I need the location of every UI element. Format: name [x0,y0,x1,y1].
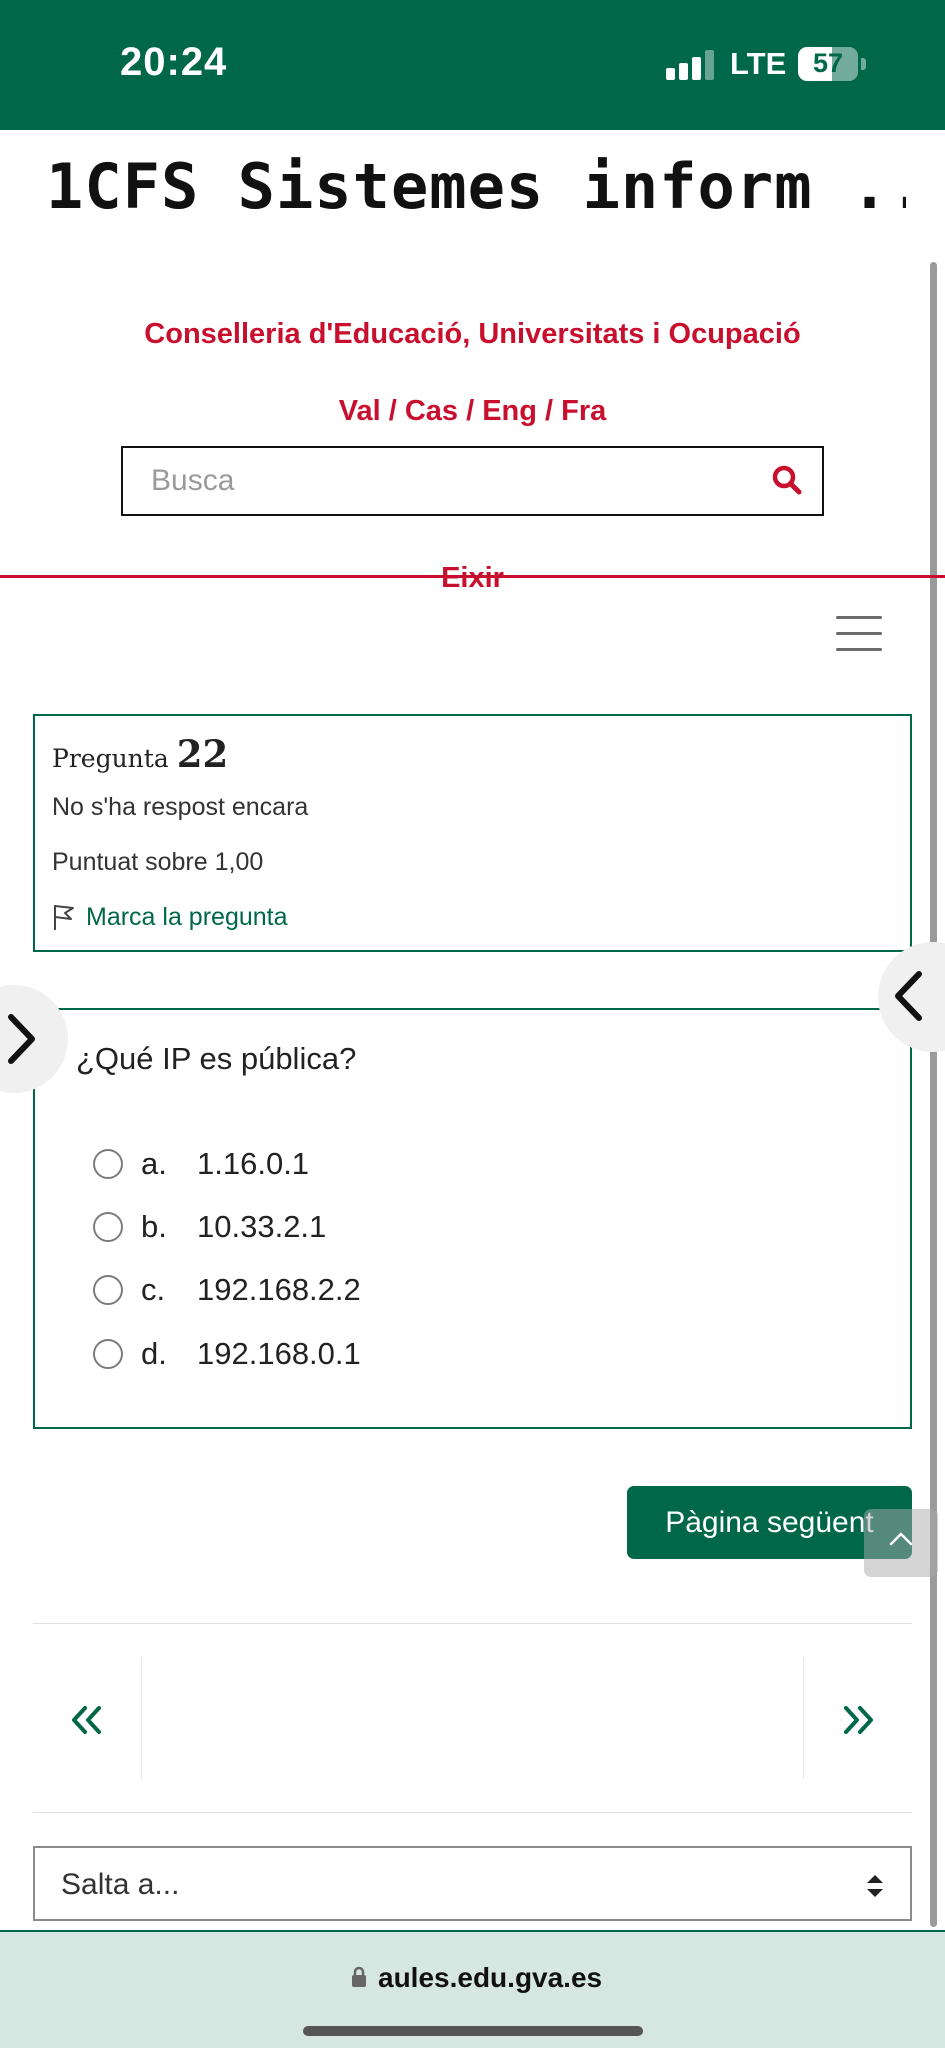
back-to-top-button[interactable] [864,1509,938,1577]
question-grade: Puntuat sobre 1,00 [52,848,264,876]
question-label: Pregunta [52,744,169,773]
search-input[interactable] [151,448,711,514]
answer-text: 1.16.0.1 [197,1146,310,1181]
browser-address-bar[interactable]: aules.edu.gva.es [0,1930,945,2048]
lock-icon [352,1966,366,1987]
answer-letter: c. [141,1272,166,1307]
home-indicator[interactable] [303,2026,643,2036]
answer-option-a[interactable]: a. 1.16.0.1 [93,1144,309,1184]
answer-radio[interactable] [93,1212,123,1242]
answer-text: 10.33.2.1 [197,1209,327,1244]
answer-text: 192.168.2.2 [197,1272,361,1307]
answer-radio[interactable] [93,1339,123,1369]
signal-icon [666,50,716,80]
chevron-left-icon [895,971,922,1021]
status-time: 20:24 [120,40,228,84]
status-bar: 20:24 LTE 57 [0,0,945,130]
jump-to-label: Salta a... [61,1868,180,1901]
divider [803,1657,804,1779]
double-chevron-left-icon[interactable] [67,1700,107,1740]
url-text[interactable]: aules.edu.gva.es [378,1962,602,1994]
divider [33,1623,912,1624]
search-icon[interactable] [771,464,803,496]
battery-percent: 57 [812,48,844,78]
question-info-panel: Pregunta 22 No s'ha respost encara Puntua… [33,714,912,952]
flag-icon [54,905,74,930]
answer-option-d[interactable]: d. 192.168.0.1 [93,1334,361,1374]
flag-question-label: Marca la pregunta [86,902,288,931]
battery-tip [861,58,866,70]
course-title[interactable]: 1CFS Sistemes inform ... [46,150,906,223]
answer-radio[interactable] [93,1149,123,1179]
question-content-border [58,1008,912,1010]
double-chevron-right-icon[interactable] [838,1700,878,1740]
divider [141,1657,142,1779]
answer-radio[interactable] [93,1275,123,1305]
hamburger-icon[interactable] [836,616,882,652]
scrollbar[interactable] [930,262,937,1927]
question-text: ¿Qué IP es pública? [76,1041,357,1076]
search-box[interactable] [121,446,824,516]
org-link[interactable]: Conselleria d'Educació, Universitats i O… [0,318,945,351]
answer-text: 192.168.0.1 [197,1336,361,1371]
network-type: LTE [730,46,787,81]
answer-letter: b. [141,1209,167,1244]
exit-link[interactable]: Eixir [0,562,945,595]
answer-option-b[interactable]: b. 10.33.2.1 [93,1207,326,1247]
chevron-right-icon [8,1014,35,1064]
battery-icon: 57 [798,47,858,81]
question-number-heading: Pregunta 22 [52,732,228,776]
question-number: 22 [176,732,229,776]
divider [33,1812,912,1813]
chevron-up-icon [889,1532,913,1546]
jump-to-select[interactable]: Salta a... [33,1846,912,1921]
answer-option-c[interactable]: c. 192.168.2.2 [93,1270,361,1310]
select-arrows-icon [867,1875,883,1897]
answer-letter: d. [141,1336,167,1371]
answer-letter: a. [141,1146,167,1181]
question-state: No s'ha respost encara [52,793,309,821]
language-switcher[interactable]: Val / Cas / Eng / Fra [0,395,945,428]
flag-question-link[interactable]: Marca la pregunta [52,902,288,932]
